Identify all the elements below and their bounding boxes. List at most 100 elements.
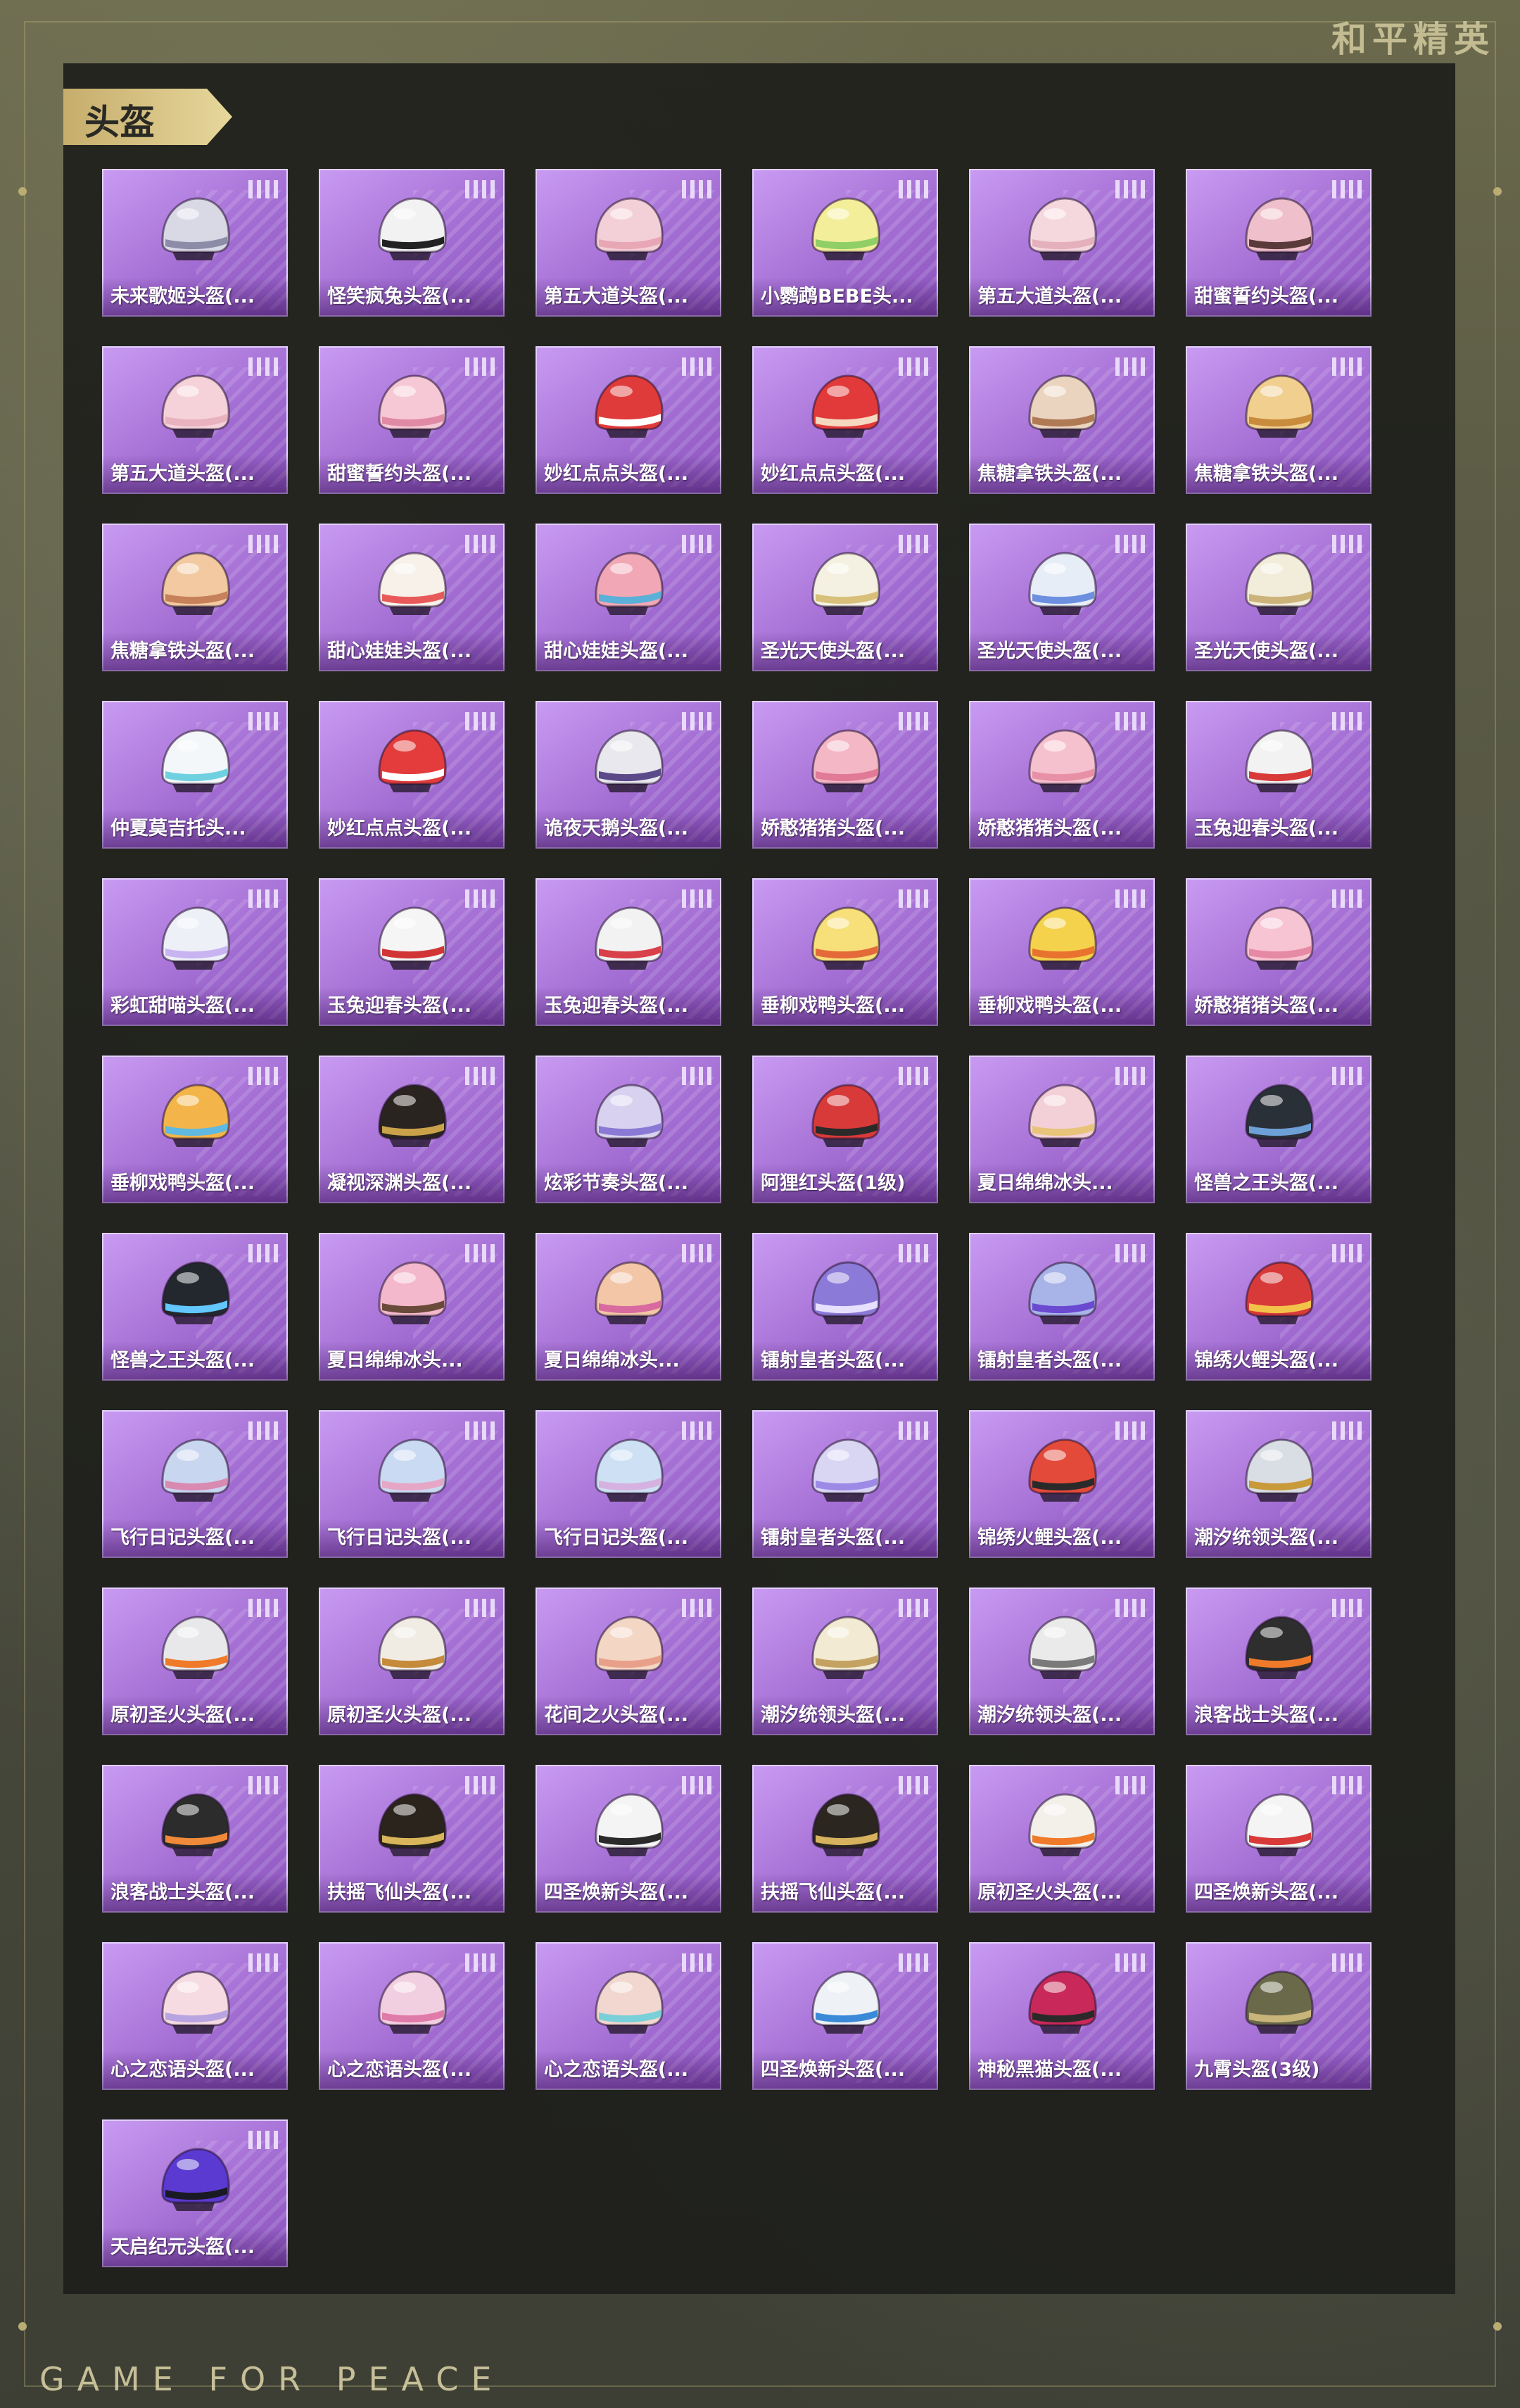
helmet-icon [378,1084,447,1147]
helmet-card[interactable]: 潮汐统领头盔(... [752,1588,938,1735]
helmet-card[interactable]: 飞行日记头盔(... [536,1410,721,1558]
helmet-card[interactable]: 垂柳戏鸭头盔(... [752,878,938,1026]
helmet-card[interactable]: 玉兔迎春头盔(... [319,878,505,1026]
helmet-card[interactable]: 镭射皇者头盔(... [969,1233,1155,1381]
helmet-card[interactable]: 怪兽之王头盔(... [102,1233,288,1381]
helmet-icon [1028,1261,1097,1324]
rarity-bars [682,1599,711,1617]
helmet-card[interactable]: 怪兽之王头盔(... [1186,1056,1372,1203]
helmet-card[interactable]: 九霄头盔(3级) [1186,1942,1372,2090]
helmet-card[interactable]: 原初圣火头盔(... [102,1588,288,1735]
helmet-card[interactable]: 飞行日记头盔(... [319,1410,505,1558]
helmet-card[interactable]: 圣光天使头盔(... [752,524,938,671]
helmet-card[interactable]: 飞行日记头盔(... [102,1410,288,1558]
helmet-card[interactable]: 未来歌姬头盔(... [102,169,288,317]
helmet-card[interactable]: 心之恋语头盔(... [536,1942,721,2090]
helmet-card[interactable]: 四圣焕新头盔(... [536,1765,721,1913]
helmet-name: 心之恋语头盔(... [544,2059,689,2081]
helmet-card[interactable]: 神秘黑猫头盔(... [969,1942,1155,2090]
helmet-card[interactable]: 娇憨猪猪头盔(... [969,701,1155,849]
helmet-card[interactable]: 仲夏莫吉托头... [102,701,288,849]
helmet-card[interactable]: 锦绣火鲤头盔(... [1186,1233,1372,1381]
rarity-bar [274,1067,278,1085]
helmet-card[interactable]: 甜心娃娃头盔(... [536,524,721,671]
helmet-card[interactable]: 焦糖拿铁头盔(... [102,524,288,671]
helmet-card[interactable]: 浪客战士头盔(... [102,1765,288,1913]
helmet-card[interactable]: 夏日绵绵冰头... [969,1056,1155,1203]
rarity-bar [1349,1776,1353,1794]
helmet-card[interactable]: 第五大道头盔(... [102,346,288,494]
helmet-card[interactable]: 扶摇飞仙头盔(... [319,1765,505,1913]
helmet-caption: 垂柳戏鸭头盔(... [102,1164,288,1203]
helmet-card[interactable]: 镭射皇者头盔(... [752,1233,938,1381]
helmet-card[interactable]: 焦糖拿铁头盔(... [1186,346,1372,494]
helmet-name: 圣光天使头盔(... [761,640,906,662]
helmet-card[interactable]: 潮汐统领头盔(... [1186,1410,1372,1558]
helmet-card[interactable]: 甜蜜誓约头盔(... [319,346,505,494]
helmet-card[interactable]: 彩虹甜喵头盔(... [102,878,288,1026]
rarity-bar [257,357,261,376]
helmet-name: 妙红点点头盔(... [544,463,689,485]
helmet-card[interactable]: 第五大道头盔(... [536,169,721,317]
rarity-bars [682,180,711,198]
rarity-bar [248,1599,253,1617]
helmet-card[interactable]: 四圣焕新头盔(... [1186,1765,1372,1913]
helmet-card[interactable]: 诡夜天鹅头盔(... [536,701,721,849]
helmet-card[interactable]: 垂柳戏鸭头盔(... [969,878,1155,1026]
helmet-card[interactable]: 阿狸红头盔(1级) [752,1056,938,1203]
helmet-card[interactable]: 凝视深渊头盔(... [319,1056,505,1203]
helmet-panel: 头盔 未来歌姬头盔(... 怪笑疯兔头盔(... 第五大道头盔(... 小鹦鹉BEBE… [63,63,1455,2294]
helmet-card[interactable]: 玉兔迎春头盔(... [1186,701,1372,849]
helmet-card[interactable]: 甜蜜誓约头盔(... [1186,169,1372,317]
helmet-card[interactable]: 夏日绵绵冰头... [536,1233,721,1381]
helmet-icon [378,197,447,260]
helmet-caption: 炫彩节奏头盔(... [536,1164,721,1203]
helmet-card[interactable]: 娇憨猪猪头盔(... [752,701,938,849]
helmet-card[interactable]: 心之恋语头盔(... [102,1942,288,2090]
rarity-bar [682,889,686,908]
helmet-caption: 神秘黑猫头盔(... [969,2051,1155,2090]
helmet-card[interactable]: 锦绣火鲤头盔(... [969,1410,1155,1558]
rarity-bars [1332,180,1362,198]
helmet-card[interactable]: 焦糖拿铁头盔(... [969,346,1155,494]
helmet-name: 娇憨猪猪头盔(... [977,818,1122,839]
helmet-card[interactable]: 玉兔迎春头盔(... [536,878,721,1026]
rarity-bars [1332,1776,1362,1794]
rarity-bar [924,1244,928,1262]
helmet-name: 焦糖拿铁头盔(... [977,463,1122,485]
helmet-name: 镭射皇者头盔(... [761,1527,906,1549]
helmet-card[interactable]: 原初圣火头盔(... [969,1765,1155,1913]
helmet-card[interactable]: 四圣焕新头盔(... [752,1942,938,2090]
helmet-card[interactable]: 扶摇飞仙头盔(... [752,1765,938,1913]
helmet-name: 玉兔迎春头盔(... [544,995,689,1017]
helmet-card[interactable]: 第五大道头盔(... [969,169,1155,317]
helmet-card[interactable]: 潮汐统领头盔(... [969,1588,1155,1735]
helmet-caption: 夏日绵绵冰头... [536,1341,721,1381]
helmet-card[interactable]: 心之恋语头盔(... [319,1942,505,2090]
helmet-card[interactable]: 圣光天使头盔(... [1186,524,1372,671]
rarity-bar [1124,889,1128,908]
helmet-name: 妙红点点头盔(... [761,463,906,485]
helmet-caption: 焦糖拿铁头盔(... [1186,455,1372,494]
helmet-card[interactable]: 妙红点点头盔(... [536,346,721,494]
helmet-card[interactable]: 花间之火头盔(... [536,1588,721,1735]
helmet-card[interactable]: 妙红点点头盔(... [319,701,505,849]
rarity-bar [465,1421,469,1440]
helmet-card[interactable]: 天启纪元头盔(... [102,2119,288,2267]
helmet-card[interactable]: 怪笑疯兔头盔(... [319,169,505,317]
helmet-card[interactable]: 小鹦鹉BEBE头... [752,169,938,317]
rarity-bar [257,180,261,198]
helmet-icon [595,1970,664,2034]
helmet-card[interactable]: 夏日绵绵冰头... [319,1233,505,1381]
rarity-bars [248,889,278,908]
helmet-card[interactable]: 垂柳戏鸭头盔(... [102,1056,288,1203]
helmet-card[interactable]: 甜心娃娃头盔(... [319,524,505,671]
helmet-caption: 锦绣火鲤头盔(... [969,1519,1155,1558]
helmet-card[interactable]: 炫彩节奏头盔(... [536,1056,721,1203]
helmet-card[interactable]: 娇憨猪猪头盔(... [1186,878,1372,1026]
helmet-card[interactable]: 浪客战士头盔(... [1186,1588,1372,1735]
helmet-card[interactable]: 原初圣火头盔(... [319,1588,505,1735]
helmet-card[interactable]: 妙红点点头盔(... [752,346,938,494]
helmet-card[interactable]: 圣光天使头盔(... [969,524,1155,671]
helmet-card[interactable]: 镭射皇者头盔(... [752,1410,938,1558]
